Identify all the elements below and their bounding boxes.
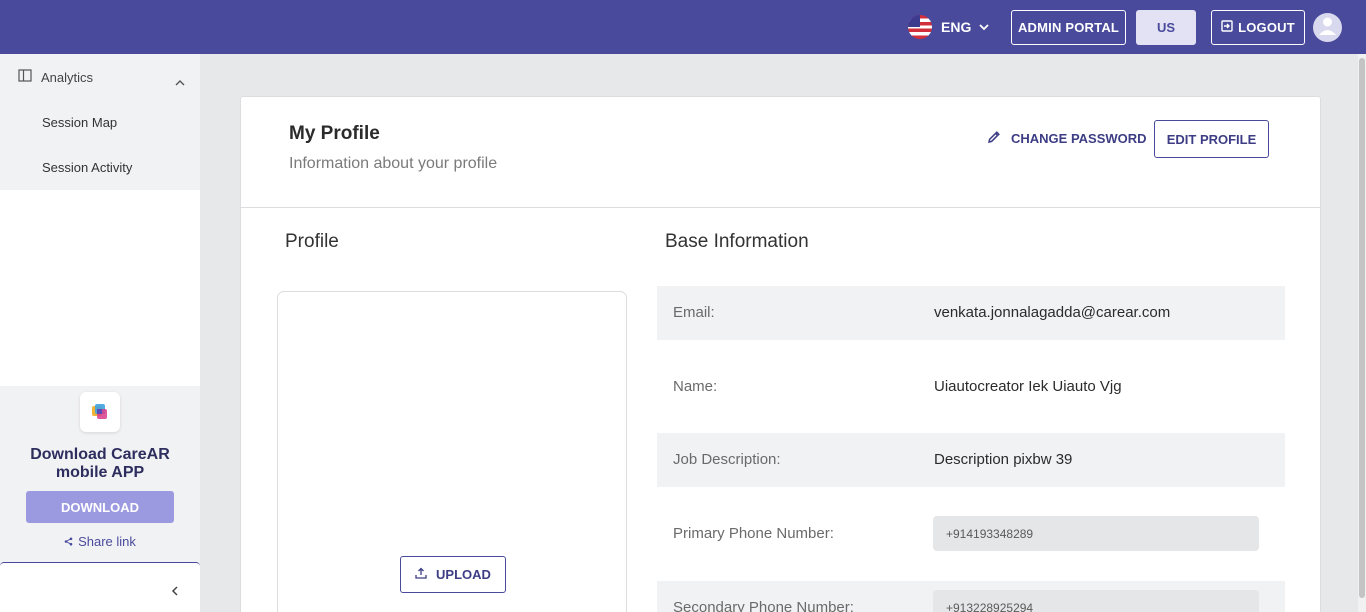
promo-title: Download CareAR mobile APP: [0, 446, 200, 482]
chevron-down-icon: [979, 23, 989, 31]
page-subtitle: Information about your profile: [289, 155, 498, 172]
upload-label: UPLOAD: [436, 567, 491, 582]
carear-app-icon: [80, 392, 120, 432]
language-selector[interactable]: ENG: [908, 15, 989, 39]
logout-button[interactable]: LOGOUT: [1211, 10, 1305, 45]
change-password-button[interactable]: CHANGE PASSWORD: [987, 130, 1147, 147]
share-link[interactable]: Share link: [0, 534, 200, 549]
email-label: Email:: [673, 304, 715, 321]
job-description-label: Job Description:: [673, 451, 781, 468]
sidebar-item-label: Analytics: [41, 69, 94, 85]
promo-title-line1: Download CareAR: [30, 446, 170, 463]
divider: [241, 207, 1320, 208]
admin-portal-button[interactable]: ADMIN PORTAL: [1011, 10, 1126, 45]
download-button[interactable]: DOWNLOAD: [26, 491, 174, 523]
top-bar: ENG ADMIN PORTAL US LOGOUT: [0, 0, 1366, 54]
section-title-profile: Profile: [285, 231, 339, 252]
sidebar-collapse-button[interactable]: [0, 562, 200, 612]
secondary-phone-field[interactable]: [933, 590, 1259, 612]
user-icon: [1313, 13, 1342, 42]
sidebar-item-session-map[interactable]: Session Map: [42, 115, 117, 130]
share-link-label: Share link: [78, 534, 136, 549]
upload-button[interactable]: UPLOAD: [400, 556, 506, 593]
sidebar: Analytics Session Map Session Activity D…: [0, 54, 200, 612]
primary-phone-field[interactable]: [933, 516, 1259, 551]
info-row-email: Email: venkata.jonnalagadda@carear.com: [657, 286, 1285, 340]
upload-icon: [415, 567, 427, 582]
profile-card: My Profile Information about your profil…: [240, 96, 1321, 612]
scrollbar-thumb[interactable]: [1359, 58, 1365, 598]
pencil-icon: [987, 130, 1001, 147]
sidebar-menu: Analytics Session Map Session Activity: [0, 54, 200, 190]
secondary-phone-label: Secondary Phone Number:: [673, 599, 854, 612]
region-button[interactable]: US: [1136, 10, 1196, 45]
logout-label: LOGOUT: [1238, 20, 1295, 35]
download-app-promo: Download CareAR mobile APP DOWNLOAD Shar…: [0, 386, 200, 563]
promo-title-line2: mobile APP: [55, 464, 145, 481]
avatar[interactable]: [1313, 13, 1342, 42]
profile-photo-box: UPLOAD: [277, 291, 627, 612]
panel-icon: [18, 69, 32, 85]
name-label: Name:: [673, 378, 718, 395]
language-label: ENG: [941, 19, 972, 35]
sidebar-item-session-activity[interactable]: Session Activity: [42, 160, 132, 175]
edit-profile-button[interactable]: EDIT PROFILE: [1154, 120, 1269, 158]
sidebar-item-analytics[interactable]: Analytics: [0, 54, 200, 100]
info-row-primary-phone: Primary Phone Number:: [657, 507, 1285, 561]
chevron-left-icon: [171, 583, 178, 601]
change-password-label: CHANGE PASSWORD: [1011, 131, 1147, 146]
section-title-base-information: Base Information: [665, 231, 809, 252]
page-title: My Profile: [289, 123, 380, 144]
info-row-job-description: Job Description: Description pixbw 39: [657, 433, 1285, 487]
info-row-name: Name: Uiautocreator Iek Uiauto Vjg: [657, 360, 1285, 414]
job-description-value: Description pixbw 39: [934, 451, 1073, 468]
us-flag-icon: [908, 15, 932, 39]
name-value: Uiautocreator Iek Uiauto Vjg: [934, 378, 1122, 395]
primary-phone-label: Primary Phone Number:: [673, 525, 834, 542]
info-row-secondary-phone: Secondary Phone Number:: [657, 581, 1285, 612]
share-icon: [64, 534, 73, 549]
logout-icon: [1221, 20, 1233, 35]
email-value: venkata.jonnalagadda@carear.com: [934, 304, 1171, 321]
chevron-up-icon: [175, 74, 185, 89]
